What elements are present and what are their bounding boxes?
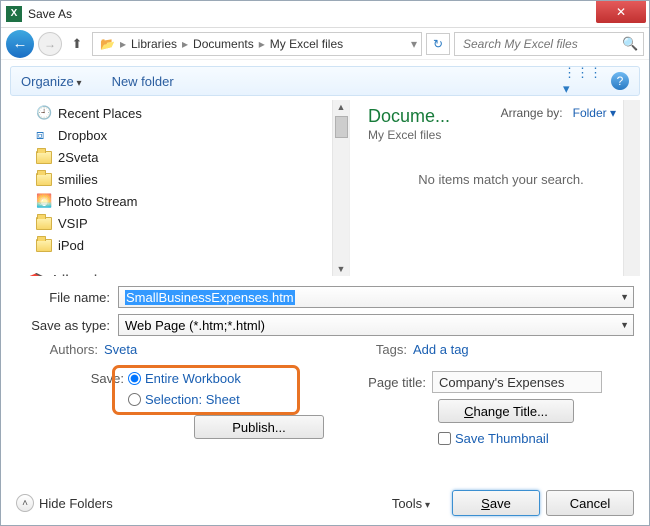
view-options-button[interactable]: ⋮⋮⋮ ▾: [563, 65, 581, 97]
radio-entire-workbook[interactable]: [128, 372, 141, 385]
folder-icon: [36, 173, 52, 186]
photo-icon: 🌅: [36, 193, 52, 209]
radio-entire-label[interactable]: Entire Workbook: [145, 371, 241, 386]
tags-value[interactable]: Add a tag: [413, 342, 469, 357]
save-button[interactable]: Save: [452, 490, 540, 516]
tree-item: ⧈Dropbox: [36, 124, 349, 146]
tree-item: 2Sveta: [36, 146, 349, 168]
breadcrumb-seg-0[interactable]: Libraries: [128, 37, 180, 51]
refresh-button[interactable]: ↻: [426, 33, 450, 55]
pagetitle-input[interactable]: [432, 371, 602, 393]
authors-label: Authors:: [16, 342, 104, 357]
folder-icon: [36, 217, 52, 230]
authors-value[interactable]: Sveta: [104, 342, 137, 357]
window-title: Save As: [28, 7, 72, 21]
empty-message: No items match your search.: [368, 172, 634, 187]
radio-selection-label[interactable]: Selection: Sheet: [145, 392, 240, 407]
save-thumbnail-checkbox[interactable]: [438, 432, 451, 445]
close-button[interactable]: ✕: [596, 1, 646, 23]
tree-item: 🕘Recent Places: [36, 102, 349, 124]
new-folder-button[interactable]: New folder: [112, 74, 174, 89]
content-scrollbar[interactable]: [623, 100, 640, 276]
tree-item: iPod: [36, 234, 349, 256]
radio-selection-sheet[interactable]: [128, 393, 141, 406]
savetype-label: Save as type:: [16, 318, 118, 333]
hide-folders-button[interactable]: ˄ Hide Folders: [16, 494, 113, 512]
tree-item: smilies: [36, 168, 349, 190]
tree-item: 🌅Photo Stream: [36, 190, 349, 212]
nav-forward-button: →: [38, 32, 62, 56]
recent-icon: 🕘: [36, 105, 52, 121]
search-box[interactable]: 🔍: [454, 32, 644, 56]
tree-scrollbar[interactable]: ▲▼: [332, 100, 349, 276]
save-label: Save:: [84, 371, 124, 386]
savetype-dropdown[interactable]: Web Page (*.htm;*.html) ▼: [118, 314, 634, 336]
excel-icon: X: [6, 6, 22, 22]
save-thumbnail-label[interactable]: Save Thumbnail: [455, 431, 549, 446]
breadcrumb[interactable]: 📂▸ Libraries▸ Documents▸ My Excel files …: [92, 32, 422, 56]
breadcrumb-seg-1[interactable]: Documents: [190, 37, 257, 51]
dropbox-icon: ⧈: [36, 127, 52, 143]
publish-button[interactable]: Publish...: [194, 415, 324, 439]
search-input[interactable]: [461, 36, 622, 52]
organize-menu[interactable]: Organize: [21, 74, 82, 89]
arrange-by[interactable]: Arrange by: Folder ▾: [501, 106, 616, 120]
breadcrumb-seg-2[interactable]: My Excel files: [267, 37, 346, 51]
tree-libraries[interactable]: ▷📚Libraries: [10, 272, 349, 276]
tags-label: Tags:: [325, 342, 413, 357]
filename-input[interactable]: SmallBusinessExpenses.htm ▼: [118, 286, 634, 308]
content-pane: Docume... Arrange by: Folder ▾ My Excel …: [350, 100, 640, 276]
tree-item: VSIP: [36, 212, 349, 234]
cancel-button[interactable]: Cancel: [546, 490, 634, 516]
chevron-up-icon: ˄: [16, 494, 34, 512]
search-icon[interactable]: 🔍: [622, 36, 638, 52]
folder-icon: [36, 239, 52, 252]
folder-tree[interactable]: 🕘Recent Places ⧈Dropbox 2Sveta smilies 🌅…: [10, 100, 350, 276]
filename-label: File name:: [16, 290, 118, 305]
change-title-button[interactable]: Change Title...: [438, 399, 574, 423]
content-subpath: My Excel files: [368, 128, 634, 142]
tools-menu[interactable]: Tools: [392, 496, 430, 511]
pagetitle-label: Page title:: [360, 375, 432, 390]
folder-icon: [36, 151, 52, 164]
nav-back-button[interactable]: ←: [6, 30, 34, 58]
help-button[interactable]: ?: [611, 72, 629, 90]
nav-up-button[interactable]: ⬆: [66, 33, 88, 55]
